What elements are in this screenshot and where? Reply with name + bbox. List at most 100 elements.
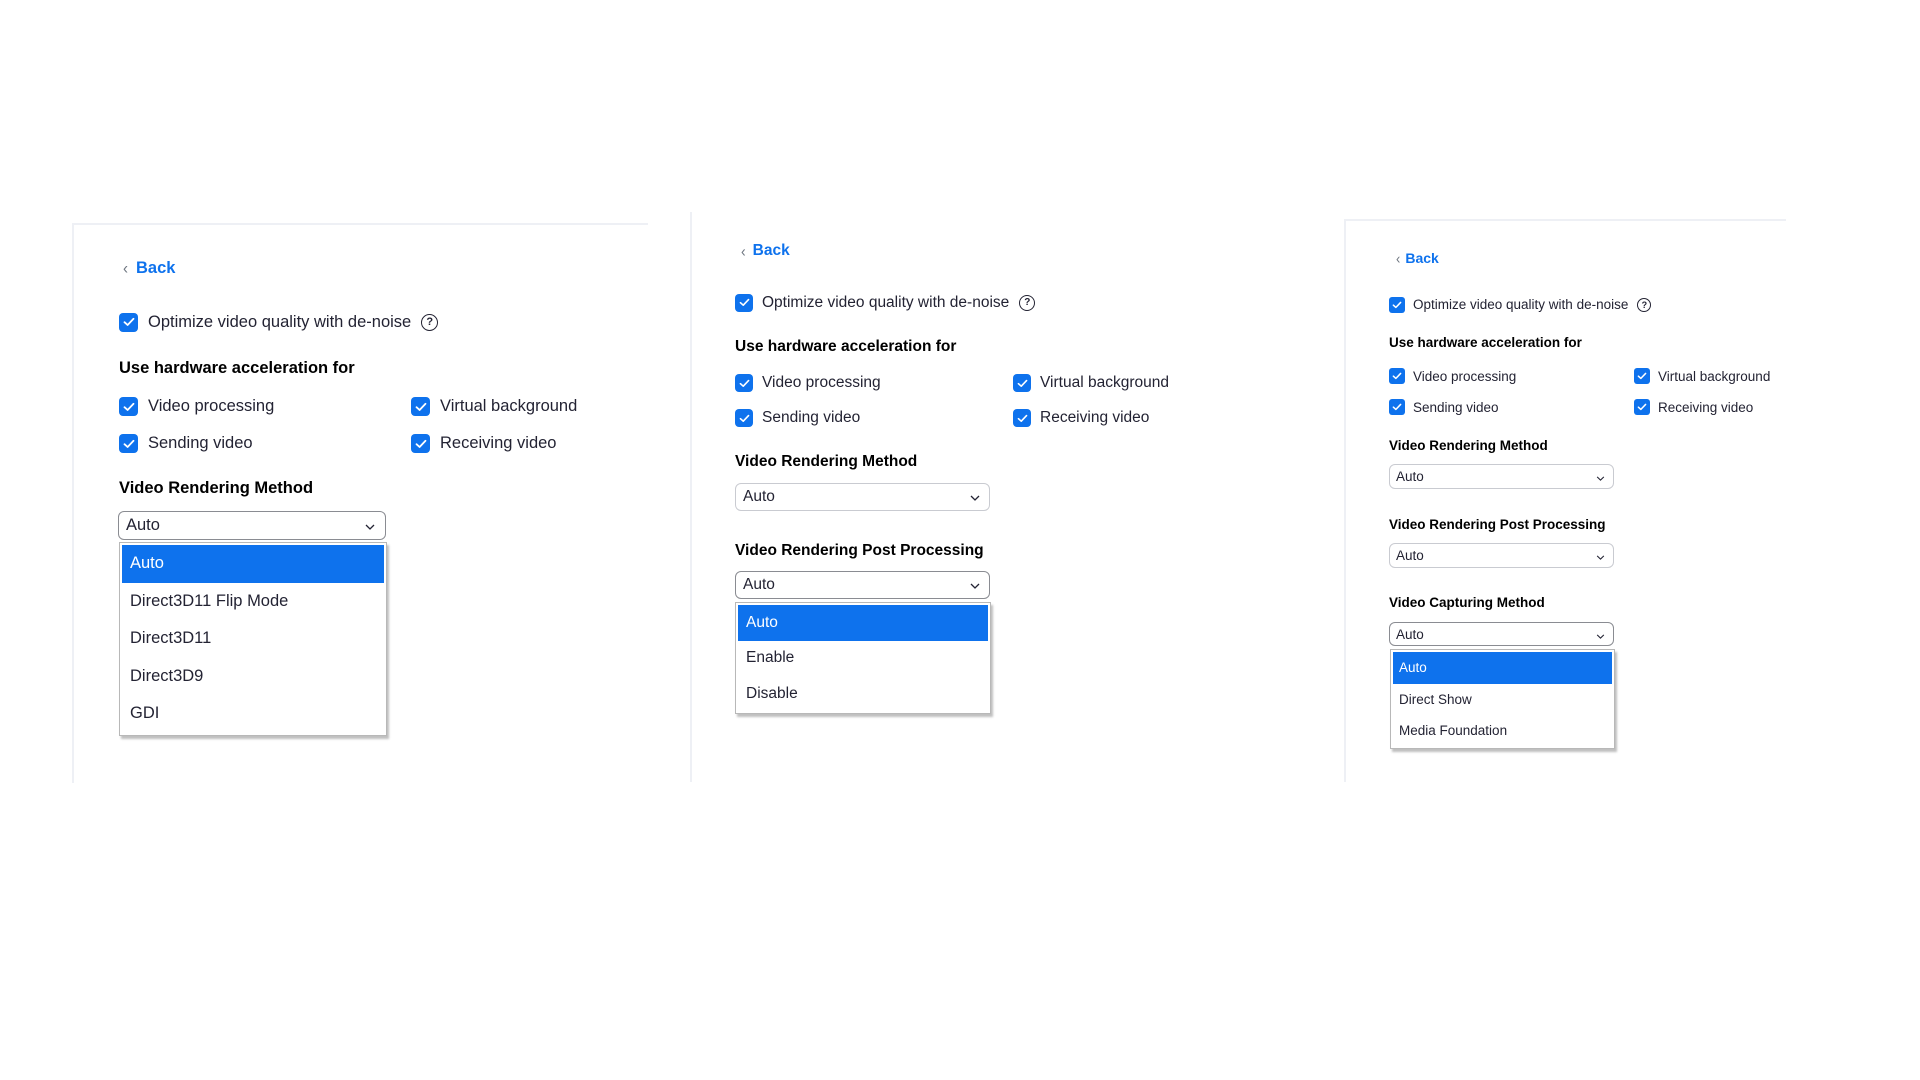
- checkbox-checked-icon[interactable]: [1389, 399, 1405, 415]
- hw-video-processing[interactable]: Video processing: [1389, 368, 1516, 384]
- capturing-method-dropdown: Auto Direct Show Media Foundation: [1390, 649, 1615, 749]
- chevron-left-icon: ‹: [741, 242, 746, 260]
- dropdown-option[interactable]: Auto: [738, 605, 988, 641]
- select-value: Auto: [1396, 469, 1424, 484]
- checkbox-checked-icon[interactable]: [411, 397, 430, 416]
- panel-divider: [72, 223, 74, 783]
- dropdown-option[interactable]: Disable: [738, 676, 988, 712]
- chevron-down-icon: [1596, 469, 1605, 484]
- select-value: Auto: [743, 488, 775, 505]
- checkbox-checked-icon[interactable]: [1013, 374, 1031, 392]
- checkbox-label: Receiving video: [1040, 409, 1150, 426]
- checkbox-label: Virtual background: [440, 397, 578, 415]
- denoise-label: Optimize video quality with de-noise: [148, 312, 412, 331]
- rendering-method-dropdown: Auto Direct3D11 Flip Mode Direct3D11 Dir…: [119, 542, 387, 736]
- checkbox-label: Receiving video: [440, 434, 557, 452]
- rendering-method-select[interactable]: Auto: [1389, 464, 1614, 489]
- back-button[interactable]: ‹ Back: [123, 259, 175, 278]
- denoise-checkbox-row[interactable]: Optimize video quality with de-noise ?: [119, 312, 439, 332]
- chevron-down-icon: [1596, 627, 1605, 642]
- post-processing-label: Video Rendering Post Processing: [735, 542, 984, 559]
- select-value: Auto: [1396, 548, 1424, 563]
- checkbox-label: Receiving video: [1658, 399, 1754, 415]
- hw-sending-video[interactable]: Sending video: [119, 434, 253, 453]
- select-value: Auto: [743, 576, 775, 593]
- hw-acceleration-heading: Use hardware acceleration for: [119, 359, 355, 377]
- rendering-method-label: Video Rendering Method: [119, 479, 314, 497]
- checkbox-label: Sending video: [1413, 399, 1499, 415]
- dropdown-option[interactable]: Direct3D9: [122, 658, 384, 696]
- chevron-down-icon: [970, 576, 980, 594]
- question-circle-icon[interactable]: ?: [1637, 297, 1652, 312]
- hw-video-processing[interactable]: Video processing: [735, 374, 881, 392]
- checkbox-checked-icon[interactable]: [119, 397, 138, 416]
- panel-divider: [1344, 219, 1346, 782]
- back-label: Back: [136, 259, 176, 277]
- denoise-label: Optimize video quality with de-noise: [762, 293, 1010, 311]
- checkbox-label: Virtual background: [1040, 374, 1169, 391]
- checkbox-checked-icon[interactable]: [735, 374, 753, 392]
- dropdown-option[interactable]: Auto: [122, 545, 384, 583]
- hw-receiving-video[interactable]: Receiving video: [411, 434, 556, 453]
- checkbox-checked-icon[interactable]: [1634, 368, 1650, 384]
- hw-video-processing[interactable]: Video processing: [119, 397, 274, 416]
- checkbox-checked-icon[interactable]: [735, 293, 753, 312]
- dropdown-option[interactable]: Direct3D11: [122, 620, 384, 658]
- select-value: Auto: [126, 516, 160, 534]
- post-processing-label: Video Rendering Post Processing: [1389, 517, 1606, 532]
- rendering-method-label: Video Rendering Method: [735, 453, 918, 470]
- back-button[interactable]: ‹ Back: [741, 242, 790, 260]
- hw-receiving-video[interactable]: Receiving video: [1013, 409, 1149, 427]
- question-circle-icon[interactable]: ?: [421, 313, 439, 331]
- checkbox-checked-icon[interactable]: [1013, 409, 1031, 427]
- dropdown-option[interactable]: Auto: [1393, 652, 1612, 684]
- capturing-method-select[interactable]: Auto: [1389, 622, 1614, 646]
- checkbox-checked-icon[interactable]: [1634, 399, 1650, 415]
- rendering-method-select[interactable]: Auto: [118, 511, 386, 540]
- rendering-method-select[interactable]: Auto: [735, 483, 990, 511]
- dropdown-option[interactable]: Media Foundation: [1393, 715, 1612, 747]
- checkbox-label: Sending video: [762, 409, 861, 426]
- post-processing-select[interactable]: Auto: [735, 571, 990, 599]
- hw-virtual-background[interactable]: Virtual background: [411, 397, 577, 416]
- capturing-method-label: Video Capturing Method: [1389, 595, 1545, 610]
- denoise-label: Optimize video quality with de-noise: [1413, 297, 1629, 312]
- hw-virtual-background[interactable]: Virtual background: [1634, 368, 1770, 384]
- panel-divider: [72, 223, 648, 225]
- hw-acceleration-heading: Use hardware acceleration for: [735, 338, 957, 355]
- hw-sending-video[interactable]: Sending video: [1389, 399, 1499, 415]
- hw-receiving-video[interactable]: Receiving video: [1634, 399, 1753, 415]
- dropdown-option[interactable]: GDI: [122, 695, 384, 733]
- dropdown-option[interactable]: Direct Show: [1393, 684, 1612, 716]
- back-button[interactable]: ‹ Back: [1396, 249, 1439, 267]
- dropdown-option[interactable]: Direct3D11 Flip Mode: [122, 583, 384, 621]
- back-label: Back: [1405, 250, 1439, 266]
- post-processing-dropdown: Auto Enable Disable: [735, 602, 991, 714]
- denoise-checkbox-row[interactable]: Optimize video quality with de-noise ?: [735, 293, 1036, 312]
- checkbox-checked-icon[interactable]: [119, 434, 138, 453]
- dropdown-option[interactable]: Enable: [738, 641, 988, 677]
- panel-divider: [690, 212, 692, 782]
- post-processing-select[interactable]: Auto: [1389, 543, 1614, 568]
- chevron-left-icon: ‹: [123, 259, 128, 278]
- checkbox-checked-icon[interactable]: [1389, 368, 1405, 384]
- hw-acceleration-heading: Use hardware acceleration for: [1389, 335, 1582, 350]
- panel-divider: [1344, 219, 1786, 221]
- question-circle-icon[interactable]: ?: [1019, 294, 1036, 311]
- back-label: Back: [752, 242, 790, 259]
- denoise-checkbox-row[interactable]: Optimize video quality with de-noise ?: [1389, 296, 1652, 313]
- chevron-down-icon: [365, 516, 375, 535]
- checkbox-checked-icon[interactable]: [1389, 296, 1405, 313]
- chevron-down-icon: [970, 488, 980, 506]
- hw-virtual-background[interactable]: Virtual background: [1013, 374, 1169, 392]
- rendering-method-label: Video Rendering Method: [1389, 438, 1548, 453]
- checkbox-checked-icon[interactable]: [411, 434, 430, 453]
- checkbox-checked-icon[interactable]: [119, 312, 138, 332]
- checkbox-label: Video processing: [762, 374, 881, 391]
- checkbox-label: Sending video: [148, 434, 253, 452]
- chevron-down-icon: [1596, 548, 1605, 563]
- checkbox-checked-icon[interactable]: [735, 409, 753, 427]
- hw-sending-video[interactable]: Sending video: [735, 409, 860, 427]
- chevron-left-icon: ‹: [1396, 249, 1401, 267]
- checkbox-label: Video processing: [1413, 368, 1517, 384]
